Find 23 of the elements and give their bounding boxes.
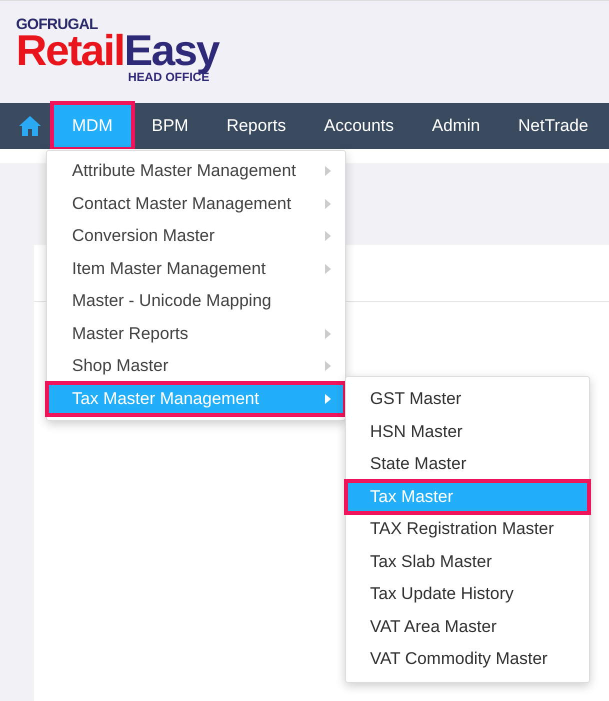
menu-item[interactable]: Shop Master xyxy=(47,350,345,382)
nav-tab[interactable]: BPM xyxy=(132,103,208,149)
menu-item[interactable]: Item Master Management xyxy=(47,252,345,285)
nav-tab[interactable]: Reports xyxy=(207,103,305,149)
submenu-item[interactable]: VAT Area Master xyxy=(346,610,589,643)
menu-item[interactable]: Conversion Master xyxy=(47,220,345,252)
nav-tab[interactable]: Accounts xyxy=(304,103,413,149)
nav-tab[interactable]: Admin xyxy=(412,103,500,149)
submenu-item[interactable]: State Master xyxy=(346,448,589,480)
submenu-item[interactable]: TAX Registration Master xyxy=(346,513,589,546)
nav-tab[interactable]: NetTrade xyxy=(499,103,608,149)
submenu-item[interactable]: Tax Update History xyxy=(346,578,589,610)
product-logo-text: Retail xyxy=(16,32,124,70)
home-icon[interactable] xyxy=(18,114,42,138)
submenu-item[interactable]: GST Master xyxy=(346,383,589,416)
submenu-item[interactable]: VAT Commodity Master xyxy=(346,643,589,676)
company-logo-text: GOFRUGAL xyxy=(16,17,99,33)
submenu-item[interactable]: Tax Slab Master xyxy=(346,546,589,578)
menu-item[interactable]: Contact Master Management xyxy=(47,188,345,220)
submenu-item[interactable]: HSN Master xyxy=(346,416,589,448)
menu-item[interactable]: Attribute Master Management xyxy=(47,155,345,188)
menu-item[interactable]: Master Reports xyxy=(47,318,345,350)
menu-item[interactable]: Master - Unicode Mapping xyxy=(47,285,345,318)
